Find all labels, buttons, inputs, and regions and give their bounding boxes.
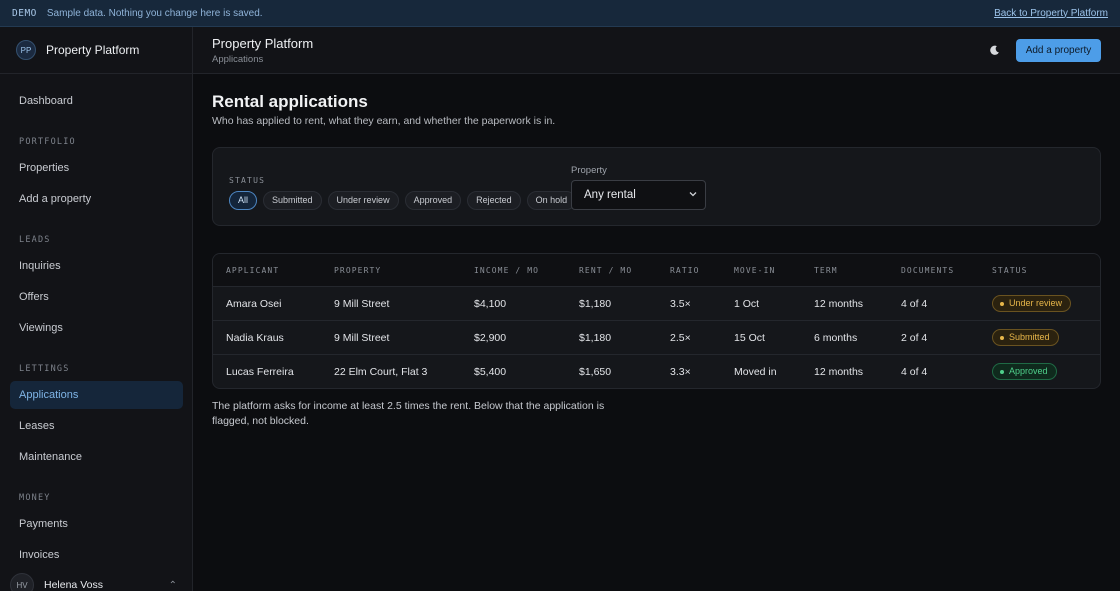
sidebar: PP Property Platform Dashboard PORTFOLIO… xyxy=(0,27,193,591)
status-badge: Submitted xyxy=(992,329,1059,346)
status-badge-label: Submitted xyxy=(1009,332,1050,342)
column-header-ratio[interactable]: RATIO xyxy=(670,266,700,275)
sidebar-section-portfolio: PORTFOLIO xyxy=(19,137,76,147)
cell-ratio: 3.5× xyxy=(670,298,691,310)
cell-income: $4,100 xyxy=(474,298,507,310)
column-header-applicant[interactable]: APPLICANT xyxy=(226,266,279,275)
column-header-move-in[interactable]: MOVE-IN xyxy=(734,266,775,275)
cell-documents: 2 of 4 xyxy=(901,332,928,344)
cell-move-in: Moved in xyxy=(734,366,777,378)
page-title: Rental applications xyxy=(212,92,368,111)
property-filter-label: Property xyxy=(571,165,607,176)
column-header-status[interactable]: STATUS xyxy=(992,266,1028,275)
column-header-rent[interactable]: RENT / MO xyxy=(579,266,632,275)
sidebar-item-applications[interactable]: Applications xyxy=(10,381,183,409)
column-header-income[interactable]: INCOME / MO xyxy=(474,266,539,275)
cell-term: 6 months xyxy=(814,332,858,344)
sidebar-section-money: MONEY xyxy=(19,493,51,503)
property-select[interactable]: Any rental xyxy=(571,180,706,210)
sidebar-section-leads: LEADS xyxy=(19,235,51,245)
status-chip-submitted[interactable]: Submitted xyxy=(263,191,322,210)
applications-table: APPLICANT PROPERTY INCOME / MO RENT / MO… xyxy=(212,253,1101,389)
sidebar-item-invoices[interactable]: Invoices xyxy=(10,541,183,569)
add-property-button[interactable]: Add a property xyxy=(1016,39,1101,62)
chevron-down-icon xyxy=(689,181,697,209)
status-chip-under-review[interactable]: Under review xyxy=(327,191,399,210)
status-filter: All Submitted Under review Approved Reje… xyxy=(229,191,582,210)
demo-banner: DEMO Sample data. Nothing you change her… xyxy=(0,0,1120,27)
cell-property: 9 Mill Street xyxy=(334,332,390,344)
status-badge-label: Approved xyxy=(1009,366,1048,376)
cell-documents: 4 of 4 xyxy=(901,298,928,310)
status-badge: Approved xyxy=(992,363,1057,380)
column-header-property[interactable]: PROPERTY xyxy=(334,266,381,275)
status-filter-label: STATUS xyxy=(229,176,266,185)
table-row[interactable]: Nadia Kraus 9 Mill Street $2,900 $1,180 … xyxy=(213,321,1100,355)
status-badge: Under review xyxy=(992,295,1072,312)
user-menu[interactable]: HV Helena Voss ⌃ xyxy=(10,570,183,591)
sidebar-item-dashboard[interactable]: Dashboard xyxy=(10,87,183,115)
header-title: Property Platform xyxy=(212,36,314,51)
header-subtitle: Applications xyxy=(212,54,264,65)
status-chip-on-hold[interactable]: On hold xyxy=(526,191,577,210)
sidebar-item-offers[interactable]: Offers xyxy=(10,283,183,311)
cell-rent: $1,650 xyxy=(579,366,612,378)
table-row[interactable]: Lucas Ferreira 22 Elm Court, Flat 3 $5,4… xyxy=(213,355,1100,388)
cell-applicant: Amara Osei xyxy=(226,298,282,310)
moon-icon[interactable] xyxy=(987,43,1001,57)
cell-property: 22 Elm Court, Flat 3 xyxy=(334,366,428,378)
cell-property: 9 Mill Street xyxy=(334,298,390,310)
column-header-term[interactable]: TERM xyxy=(814,266,838,275)
cell-move-in: 1 Oct xyxy=(734,298,760,310)
top-bar: Property Platform Applications Add a pro… xyxy=(193,27,1120,74)
table-header: APPLICANT PROPERTY INCOME / MO RENT / MO… xyxy=(213,254,1100,287)
cell-term: 12 months xyxy=(814,366,864,378)
avatar: HV xyxy=(10,573,34,591)
user-name: Helena Voss xyxy=(44,579,103,591)
status-badge-label: Under review xyxy=(1009,298,1063,308)
brand-logo: PP xyxy=(16,40,36,60)
status-chip-rejected[interactable]: Rejected xyxy=(467,191,521,210)
sidebar-item-leases[interactable]: Leases xyxy=(10,412,183,440)
status-chip-approved[interactable]: Approved xyxy=(404,191,462,210)
main-content: Rental applications Who has applied to r… xyxy=(193,74,1120,591)
cell-income: $2,900 xyxy=(474,332,507,344)
sidebar-item-viewings[interactable]: Viewings xyxy=(10,314,183,342)
cell-term: 12 months xyxy=(814,298,864,310)
cell-applicant: Nadia Kraus xyxy=(226,332,284,344)
cell-ratio: 3.3× xyxy=(670,366,691,378)
status-dot-icon xyxy=(1000,301,1004,306)
filters-panel: STATUS All Submitted Under review Approv… xyxy=(212,147,1101,226)
status-dot-icon xyxy=(1000,335,1004,340)
sidebar-section-lettings: LETTINGS xyxy=(19,364,70,374)
cell-rent: $1,180 xyxy=(579,298,612,310)
cell-move-in: 15 Oct xyxy=(734,332,765,344)
status-chip-all[interactable]: All xyxy=(229,191,258,210)
brand[interactable]: PP Property Platform xyxy=(0,27,192,74)
sidebar-item-maintenance[interactable]: Maintenance xyxy=(10,443,183,471)
page-subtitle: Who has applied to rent, what they earn,… xyxy=(212,115,556,127)
sidebar-item-inquiries[interactable]: Inquiries xyxy=(10,252,183,280)
cell-ratio: 2.5× xyxy=(670,332,691,344)
sidebar-item-add-property[interactable]: Add a property xyxy=(10,185,183,213)
chevron-updown-icon: ⌃ xyxy=(168,579,177,591)
demo-tag: DEMO xyxy=(12,7,37,19)
cell-applicant: Lucas Ferreira xyxy=(226,366,294,378)
cell-income: $5,400 xyxy=(474,366,507,378)
column-header-documents[interactable]: DOCUMENTS xyxy=(901,266,954,275)
status-dot-icon xyxy=(1000,369,1004,374)
cell-rent: $1,180 xyxy=(579,332,612,344)
brand-name: Property Platform xyxy=(46,43,140,57)
property-select-value: Any rental xyxy=(584,189,636,201)
income-policy-note: The platform asks for income at least 2.… xyxy=(212,400,605,427)
demo-message: Sample data. Nothing you change here is … xyxy=(46,7,263,19)
sidebar-item-payments[interactable]: Payments xyxy=(10,510,183,538)
sidebar-item-properties[interactable]: Properties xyxy=(10,154,183,182)
table-row[interactable]: Amara Osei 9 Mill Street $4,100 $1,180 3… xyxy=(213,287,1100,321)
cell-documents: 4 of 4 xyxy=(901,366,928,378)
back-to-platform-link[interactable]: Back to Property Platform xyxy=(994,8,1108,19)
